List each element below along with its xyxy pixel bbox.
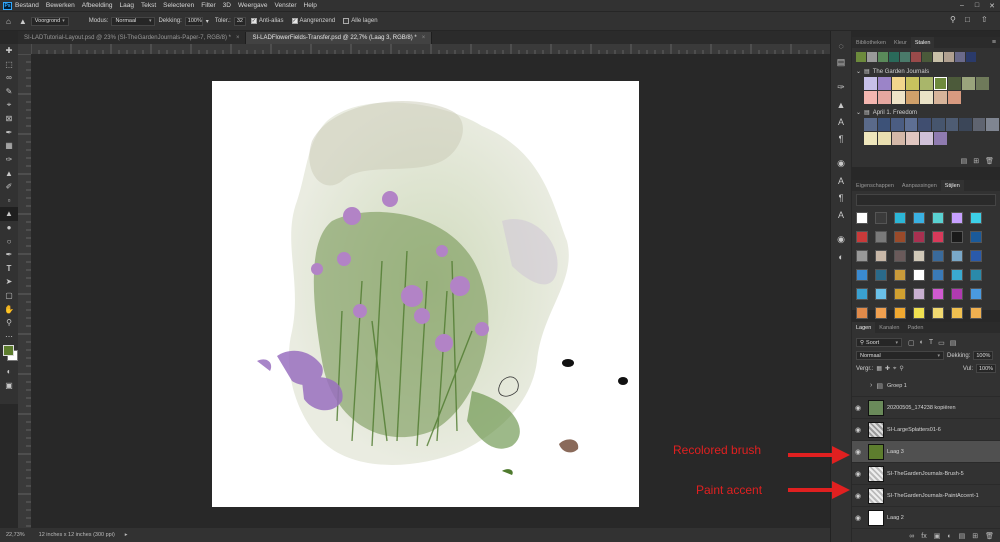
arrow-right-icon	[832, 446, 850, 464]
arrow-right-icon	[832, 481, 850, 499]
foreground-color[interactable]	[3, 345, 14, 357]
annotation-arrows	[788, 446, 850, 499]
